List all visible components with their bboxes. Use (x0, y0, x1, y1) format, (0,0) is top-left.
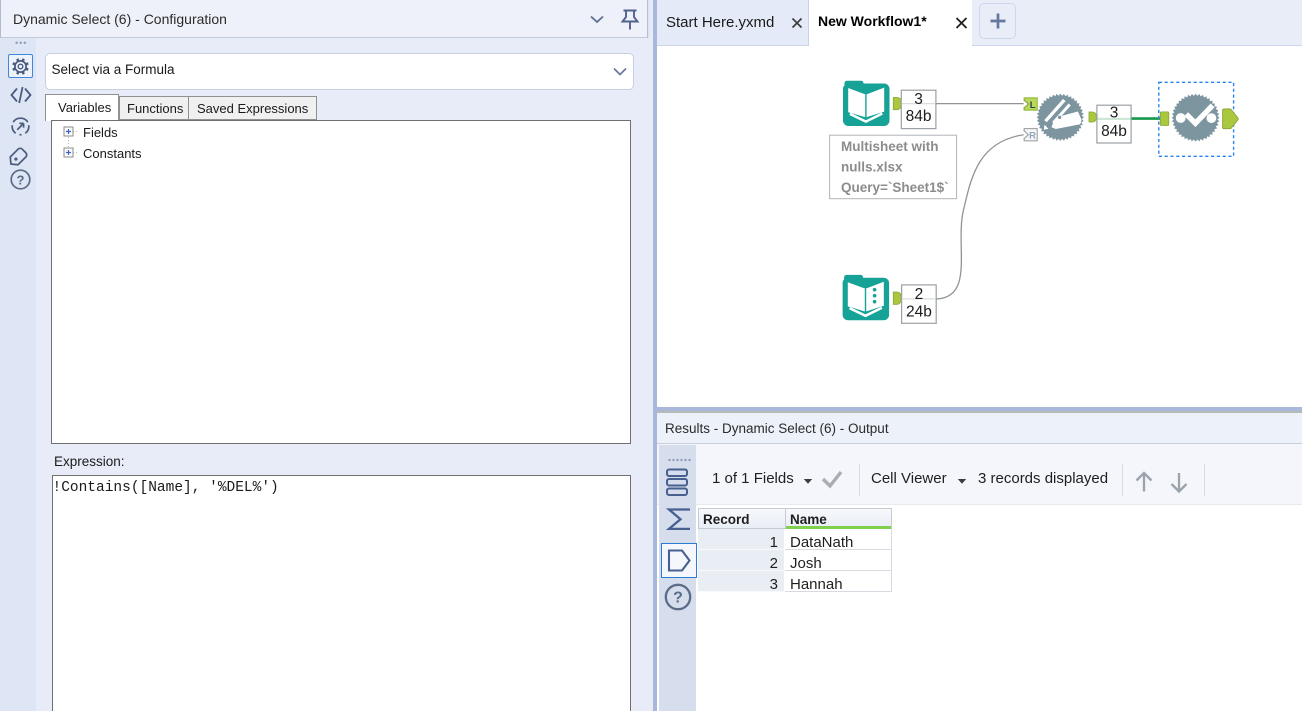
svg-text:?: ? (17, 172, 25, 187)
svg-text:L: L (1030, 100, 1036, 111)
svg-text:84b: 84b (906, 108, 932, 125)
svg-text:2: 2 (915, 286, 924, 303)
svg-text:3: 3 (1110, 105, 1119, 122)
svg-text:?: ? (673, 590, 683, 607)
svg-text:3: 3 (914, 91, 923, 108)
svg-text:84b: 84b (1101, 123, 1127, 140)
svg-text:Multisheet with: Multisheet with (841, 139, 939, 154)
svg-text:R: R (1029, 131, 1036, 142)
svg-text:Query=`Sheet1$`: Query=`Sheet1$` (841, 180, 949, 195)
svg-text:nulls.xlsx: nulls.xlsx (841, 160, 903, 175)
svg-text:24b: 24b (906, 303, 932, 320)
